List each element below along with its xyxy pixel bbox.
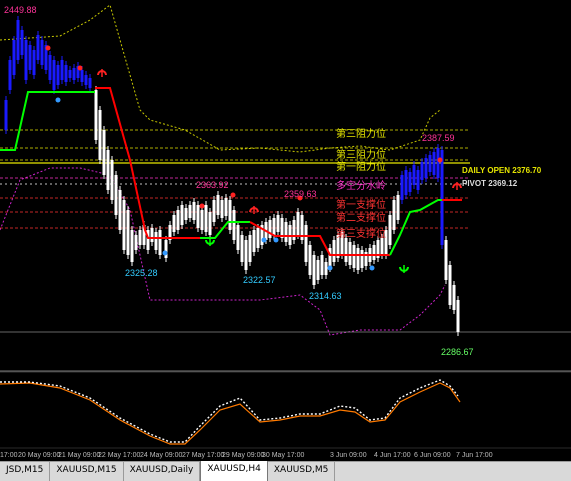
tab-xauusd-m5[interactable]: XAUUSD,M5 xyxy=(267,462,336,481)
label-s3: 第三支撑位 xyxy=(336,227,386,240)
time-axis-label: 6 Jun 09:00 xyxy=(414,452,451,459)
chart-tab-bar: JSD,M15 XAUUSD,M15 XAUUSD,Daily XAUUSD,H4 XA… xyxy=(0,461,571,481)
time-axis: 17:00 20 May 09:0021 May 09:0022 May 17:0… xyxy=(0,452,493,459)
time-axis-label: 4 Jun 17:00 xyxy=(374,452,411,459)
label-hi-2363: 2363.92 xyxy=(196,180,229,190)
label-lo-2322: 2322.57 xyxy=(243,275,276,285)
tab-xauusd-m15[interactable]: XAUUSD,M15 xyxy=(50,462,124,481)
tab-xauusd-daily[interactable]: XAUUSD,Daily xyxy=(123,462,201,481)
label-lo-2314: 2314.63 xyxy=(309,291,342,301)
label-daily-open: DAILY OPEN 2376.70 xyxy=(462,166,542,175)
label-hi-2387: 2387.59 xyxy=(422,133,455,143)
tab-jsd-m15[interactable]: JSD,M15 xyxy=(0,462,51,481)
time-axis-label: 30 May 17:00 xyxy=(262,452,305,459)
price-chart[interactable]: 2449.88 2387.59 2363.92 2359.63 2325.28 … xyxy=(0,0,571,461)
time-axis-label: 24 May 09:00 xyxy=(140,452,183,459)
time-axis-label: 3 Jun 09:00 xyxy=(330,452,367,459)
label-s2: 第二支撑位 xyxy=(336,211,386,224)
time-axis-label: 22 May 17:00 xyxy=(98,452,141,459)
time-axis-label: 7 Jun 17:00 xyxy=(456,452,493,459)
label-high-top: 2449.88 xyxy=(4,5,37,15)
label-pivot-en: PIVOT 2369.12 xyxy=(462,179,518,188)
time-axis-label: 27 May 17:00 xyxy=(182,452,225,459)
time-axis-label: 17:00 xyxy=(0,452,18,459)
label-s1: 第一支撑位 xyxy=(336,198,386,211)
label-r1: 第一阻力位 xyxy=(336,160,386,173)
time-axis-label: 21 May 09:00 xyxy=(58,452,101,459)
label-r3: 第三阻力位 xyxy=(336,127,386,140)
tab-xauusd-h4[interactable]: XAUUSD,H4 xyxy=(200,461,268,481)
label-r2: 第三阻力位 xyxy=(336,148,386,161)
time-axis-label: 29 May 09:00 xyxy=(222,452,265,459)
label-hi-2359: 2359.63 xyxy=(284,189,317,199)
label-pivot-cn: 多空分水岭 xyxy=(336,179,386,192)
label-lo-2286: 2286.67 xyxy=(441,347,474,357)
time-axis-label: 20 May 09:00 xyxy=(18,452,61,459)
label-lo-2325: 2325.28 xyxy=(125,268,158,278)
